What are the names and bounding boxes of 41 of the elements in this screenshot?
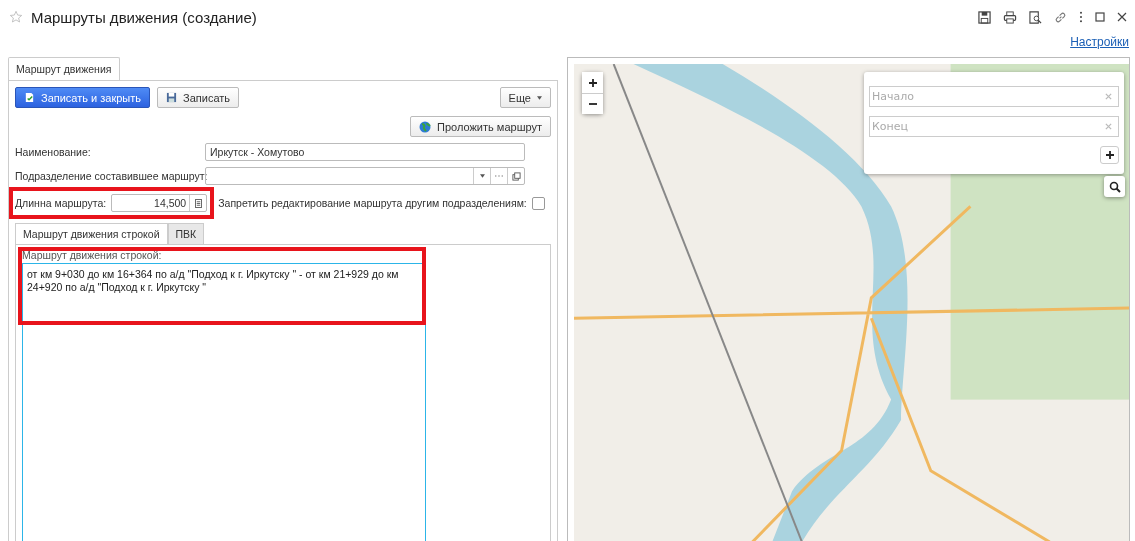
field-label: Маршрут движения строкой: — [22, 249, 163, 261]
section-tab[interactable]: ПВК — [167, 223, 205, 244]
field-label: Длинна маршрута: — [15, 197, 107, 209]
window-title: Маршруты движения (создание) — [31, 8, 257, 26]
print-icon[interactable] — [1003, 10, 1017, 24]
plus-icon — [587, 77, 598, 88]
save-icon — [166, 92, 178, 103]
plus-icon — [1104, 150, 1115, 160]
star-icon[interactable] — [9, 10, 23, 24]
open-icon[interactable] — [511, 171, 521, 181]
maximize-icon[interactable] — [1095, 12, 1105, 22]
close-icon[interactable] — [1117, 12, 1127, 22]
zoom-in-button[interactable] — [582, 72, 603, 93]
name-field[interactable]: Иркутск - Хомутово — [205, 143, 525, 161]
checkbox-label: Запретить редактирование маршрута другим подразделениям: — [218, 197, 527, 209]
dropdown-icon[interactable] — [479, 174, 485, 178]
search-icon — [1108, 180, 1121, 193]
search-button[interactable] — [1104, 176, 1125, 197]
section-tab[interactable]: Маршрут движения строкой — [15, 223, 168, 244]
length-field[interactable]: 14,500 — [111, 194, 208, 212]
preview-icon[interactable] — [1029, 10, 1042, 24]
field-label: Наименование: — [15, 146, 92, 158]
settings-link[interactable]: Настройки — [1070, 35, 1129, 56]
division-field[interactable] — [205, 167, 525, 185]
save-button[interactable]: Записать — [157, 87, 240, 108]
save-icon[interactable] — [978, 10, 991, 24]
form-tab[interactable]: Маршрут движения — [8, 57, 121, 80]
add-point-button[interactable] — [1100, 146, 1119, 164]
link-icon[interactable] — [1054, 10, 1067, 24]
more-icon[interactable] — [1079, 11, 1083, 23]
document-check-icon — [24, 92, 35, 103]
globe-icon — [419, 120, 432, 133]
zoom-out-button[interactable] — [582, 93, 603, 114]
more-button[interactable]: Еще — [499, 87, 551, 108]
field-label: Подразделение составившее маршрут: — [15, 170, 205, 182]
calculator-icon[interactable] — [194, 198, 202, 208]
caret-icon — [537, 95, 542, 100]
build-route-button[interactable]: Проложить маршрут — [410, 116, 551, 137]
forbid-checkbox[interactable] — [531, 196, 545, 210]
save-and-close-button[interactable]: Записать и закрыть — [15, 87, 151, 108]
route-text-area[interactable]: от км 9+030 до км 16+364 по а/д "Подход к г. Иркутску " - от км 21+929 до км 24+920 по а/д "Подход к г. Иркутску " — [22, 263, 426, 541]
